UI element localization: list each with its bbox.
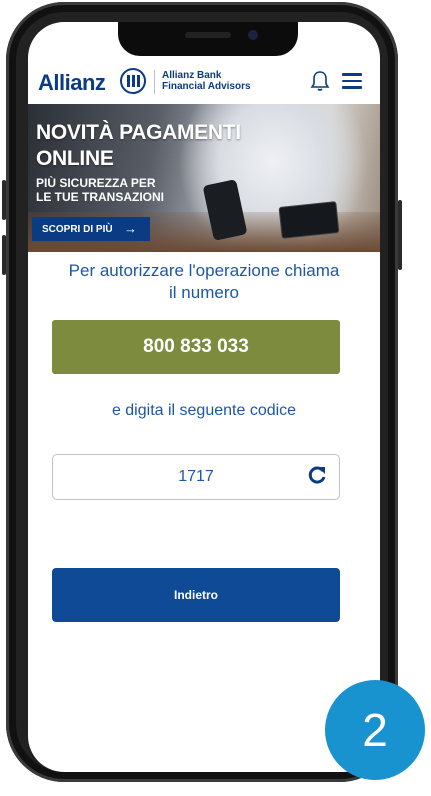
power-button xyxy=(398,200,402,270)
brand-name[interactable]: Allianz xyxy=(38,70,106,96)
promo-banner[interactable]: NOVITÀ PAGAMENTI ONLINE PIÙ SICUREZZA PE… xyxy=(28,104,380,252)
back-button[interactable]: Indietro xyxy=(52,568,340,622)
banner-title: NOVITÀ PAGAMENTI ONLINE xyxy=(36,120,241,172)
app-header: Allianz Allianz Bank Financial Advisors xyxy=(28,58,380,104)
call-instruction: Per autorizzare l'operazione chiama il n… xyxy=(28,260,380,304)
call-instruction-line1: Per autorizzare l'operazione chiama xyxy=(68,261,340,280)
discover-more-label: SCOPRI DI PIÙ xyxy=(42,224,113,235)
arrow-right-icon: → xyxy=(124,221,137,236)
call-instruction-line2: il numero xyxy=(169,283,239,302)
allianz-eagle-icon[interactable] xyxy=(120,68,146,94)
front-camera xyxy=(248,30,258,40)
phone-screen: Allianz Allianz Bank Financial Advisors … xyxy=(28,22,380,772)
bank-name-line1: Allianz Bank xyxy=(162,70,222,81)
banner-title-line1: NOVITÀ PAGAMENTI xyxy=(36,121,241,144)
notch xyxy=(118,22,298,56)
banner-subtitle: PIÙ SICUREZZA PER LE TUE TRANSAZIONI xyxy=(36,176,164,204)
refresh-icon[interactable] xyxy=(307,464,327,492)
discover-more-button[interactable]: SCOPRI DI PIÙ → xyxy=(32,217,150,241)
speaker xyxy=(185,32,231,38)
banner-photo-credit-card xyxy=(278,201,340,239)
call-number-button[interactable]: 800 833 033 xyxy=(52,320,340,374)
bank-name-line2: Financial Advisors xyxy=(162,81,251,92)
step-number-badge: 2 xyxy=(325,680,425,780)
bell-icon[interactable] xyxy=(310,70,330,92)
hamburger-menu-icon[interactable] xyxy=(342,73,362,89)
banner-subtitle-line2: LE TUE TRANSAZIONI xyxy=(36,190,164,204)
volume-down-button xyxy=(2,235,6,275)
code-instruction: e digita il seguente codice xyxy=(111,402,297,419)
banner-subtitle-line1: PIÙ SICUREZZA PER xyxy=(36,176,156,190)
banner-title-line2: ONLINE xyxy=(36,147,114,170)
header-divider xyxy=(154,70,155,94)
authorization-code: 1717 xyxy=(178,468,214,485)
bank-name: Allianz Bank Financial Advisors xyxy=(162,70,251,92)
volume-up-button xyxy=(2,180,6,220)
authorization-code-field: 1717 xyxy=(52,454,340,500)
